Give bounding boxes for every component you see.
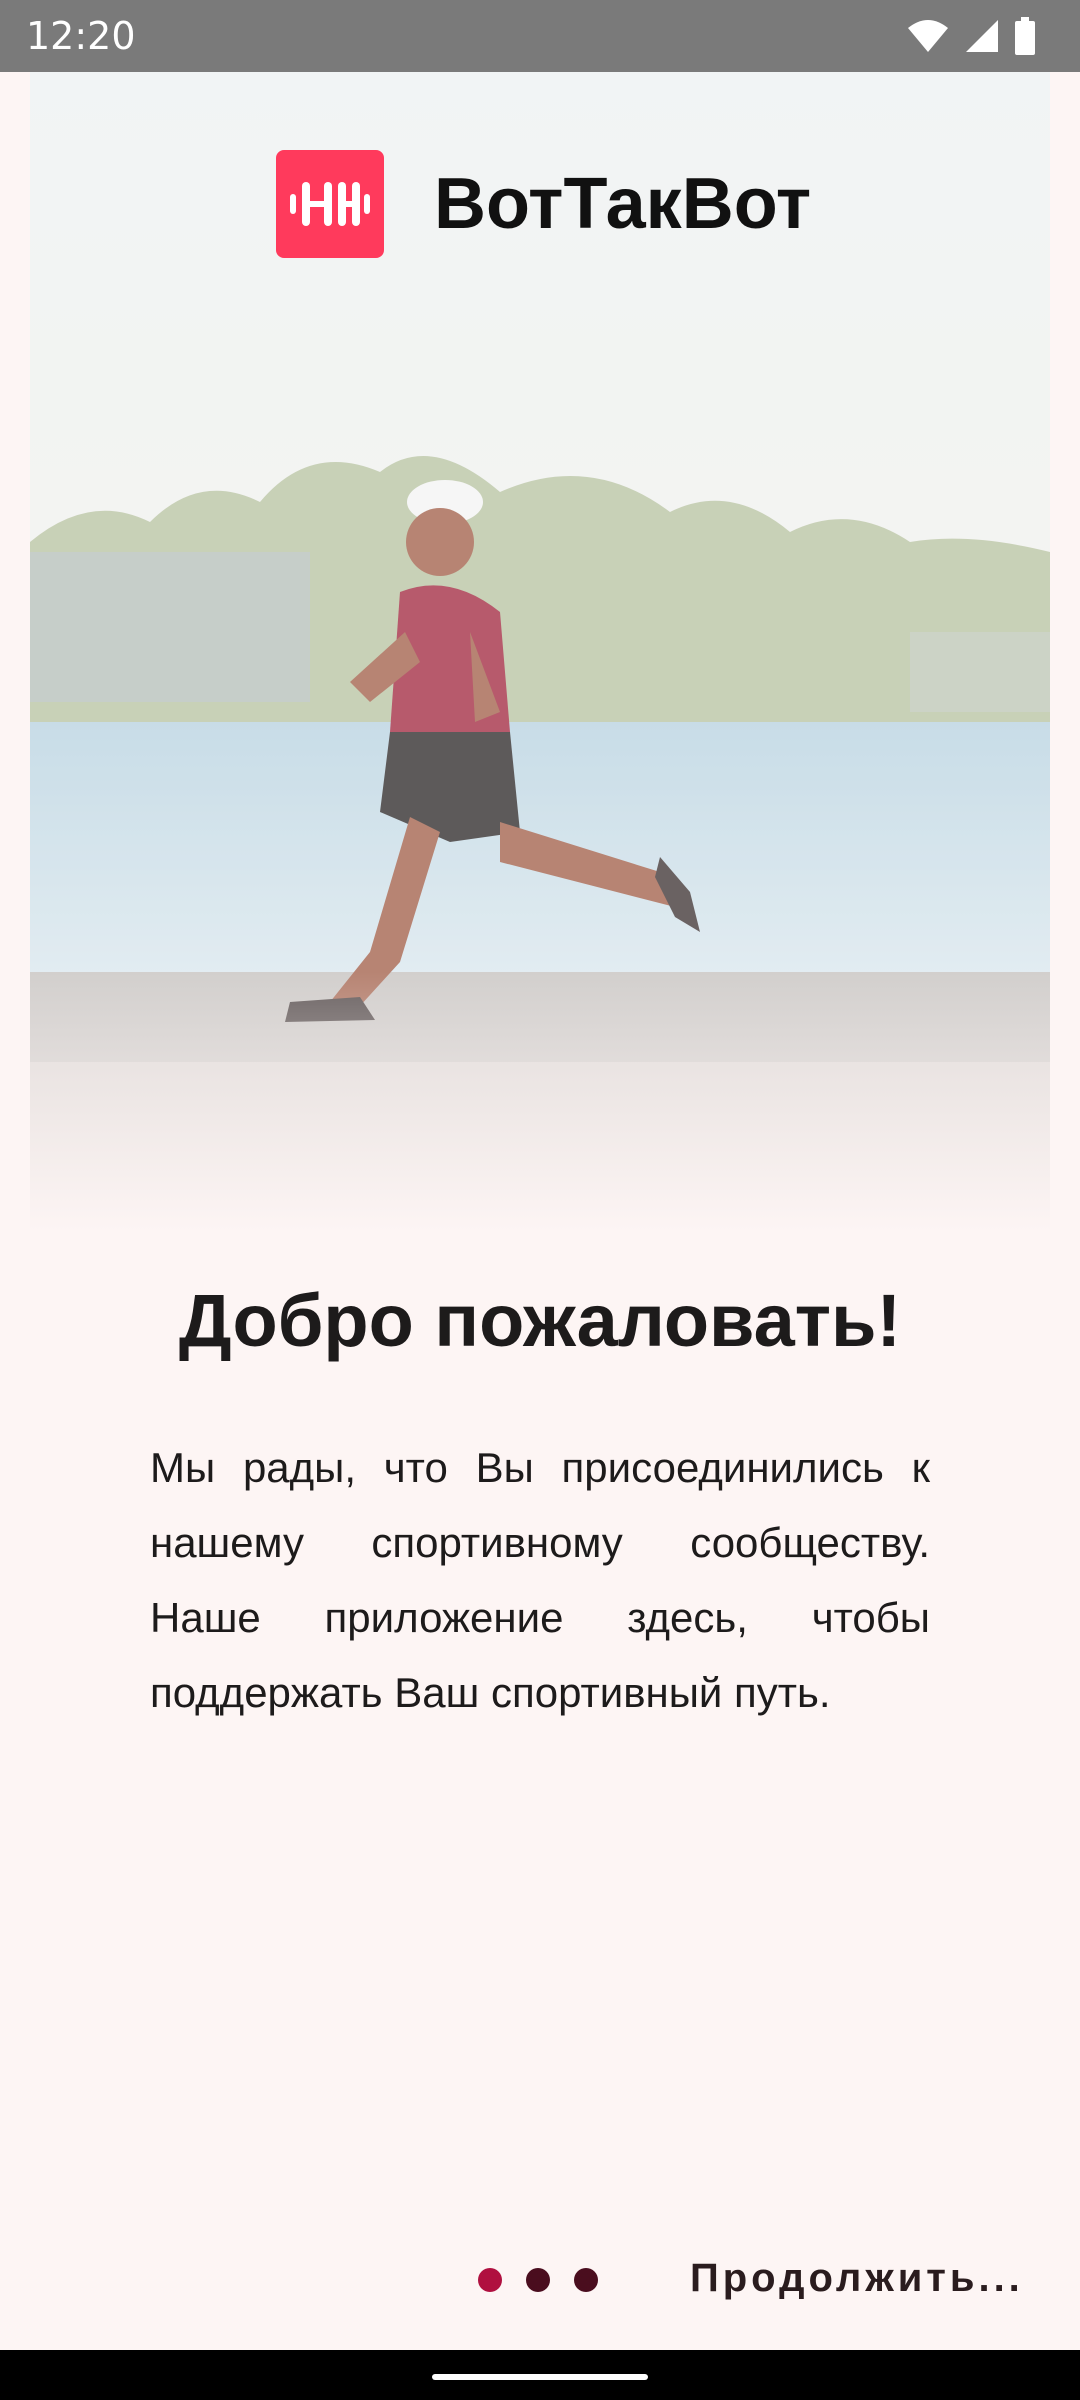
brand-header: ВотТакВот [276, 150, 811, 258]
page-dot-3 [574, 2268, 598, 2292]
home-gesture-handle[interactable] [432, 2374, 648, 2380]
welcome-text: Мы рады, что Вы присоединились к нашему … [150, 1444, 930, 1716]
wifi-icon [906, 18, 950, 54]
status-bar: 12:20 [0, 0, 1080, 72]
page-dot-1 [478, 2268, 502, 2292]
page-dot-2 [526, 2268, 550, 2292]
status-icons [906, 17, 1036, 55]
dumbbell-icon [276, 150, 384, 258]
app-name: ВотТакВот [434, 164, 812, 244]
continue-button[interactable]: Продолжить... [690, 2256, 1024, 2301]
signal-icon [964, 18, 1000, 54]
status-time: 12:20 [26, 14, 136, 58]
welcome-title: Добро пожаловать! [178, 1279, 902, 1362]
battery-icon [1014, 17, 1036, 55]
page-indicator [478, 2268, 598, 2292]
